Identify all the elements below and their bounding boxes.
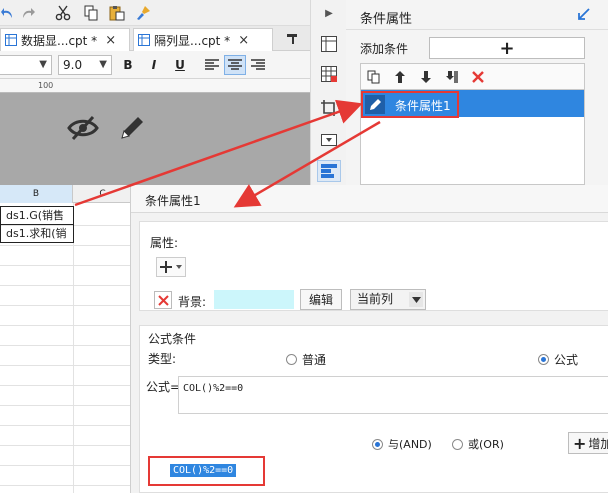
main-toolbar [0,0,310,26]
chevron-down-icon: ▼ [39,59,47,70]
condition-list-toolbar [360,63,585,90]
tab-file-2[interactable]: 隔列显...cpt * × [133,28,273,51]
redo-icon[interactable] [20,4,38,22]
font-size-select[interactable]: 9.0 ▼ [58,55,112,75]
radio-normal[interactable]: 普通 [286,351,326,368]
scope-select[interactable]: 当前列 [350,289,426,310]
scope-value: 当前列 [357,292,394,306]
move-up-icon[interactable] [391,68,409,86]
background-color-swatch[interactable] [214,290,294,309]
cut-icon[interactable] [54,4,72,22]
cell-b3[interactable]: ds1.求和(销 [0,225,74,243]
type-label: 类型: [148,352,177,366]
paste-icon[interactable] [108,4,126,22]
file-tab-bar: 数据显...cpt * × 隔列显...cpt * × [0,26,310,51]
pencil-icon[interactable] [116,113,148,143]
copy-icon[interactable] [365,68,383,86]
expand-arrow-icon[interactable] [576,6,592,22]
font-size-value: 9.0 [63,58,83,72]
crop-icon[interactable] [319,98,339,118]
radio-button[interactable] [372,438,383,450]
formula-label: 公式= [146,380,181,394]
tab-label: 数据显...cpt * [21,33,98,48]
formula-group-title: 公式条件 [148,332,197,346]
radio-and[interactable]: 与(AND) [372,436,432,452]
highlight-box: COL()%2==0 [148,456,265,486]
copy-icon[interactable] [82,4,100,22]
align-center-icon[interactable] [224,55,246,75]
pin-icon[interactable] [284,31,300,47]
radio-button[interactable] [286,354,297,365]
collapse-arrow-icon[interactable]: ▶ [323,6,335,20]
cell-b2[interactable]: ds1.G(销售 [0,206,74,225]
format-toolbar: ▼ 9.0 ▼ B I U [0,51,310,79]
radio-formula[interactable]: 公式 [538,351,578,368]
radio-label: 普通 [302,353,327,367]
chevron-down-icon [409,292,423,307]
font-family-select[interactable]: ▼ [0,55,52,75]
widget-icon[interactable] [319,130,339,150]
format-brush-icon[interactable] [134,4,152,22]
plus-icon: + [573,433,587,453]
underline-button[interactable]: U [170,56,190,74]
tab-file-1[interactable]: 数据显...cpt * × [0,28,130,51]
grid-file-icon [138,34,150,46]
dialog-header: 条件属性1 [131,185,608,213]
panel-title: 条件属性 [360,12,413,27]
chevron-down-icon: ▼ [99,59,107,70]
undo-icon[interactable] [0,4,14,22]
add-attribute-button[interactable] [156,257,186,277]
radio-label: 与(AND) [388,438,432,451]
tab-label: 隔列显...cpt * [154,33,231,48]
ruler-mark: 100 [38,81,54,90]
radio-label: 公式 [554,353,579,367]
add-condition-button[interactable]: + [429,37,585,59]
design-canvas [0,93,310,185]
table-icon[interactable] [319,64,339,84]
formula-list-item[interactable]: COL()%2==0 [170,464,237,477]
eye-off-icon[interactable] [66,113,100,143]
formula-input[interactable]: COL()%2==0 [178,376,608,414]
tab-close-button[interactable]: × [105,33,116,48]
remove-attribute-icon[interactable] [154,291,172,309]
column-header-c[interactable]: C [73,185,133,203]
bold-button[interactable]: B [118,56,138,74]
condition-item-label: 条件属性1 [395,99,451,113]
align-left-icon[interactable] [202,56,222,74]
formula-condition-group: 公式条件 类型: 普通 公式 公式= COL()%2==0 与(AND) 或(O… [139,325,608,493]
edit-button[interactable]: 编辑 [300,289,342,310]
move-down-icon[interactable] [417,68,435,86]
attribute-group: 属性: 背景: 编辑 当前列 [139,221,608,311]
attribute-label: 属性: [150,236,179,250]
condition-edit-dialog: 条件属性1 属性: 背景: 编辑 当前列 公式条件 类型: 普通 公式 公式= [130,185,608,493]
ruler: 100 [0,79,310,93]
delete-icon[interactable] [469,68,487,86]
italic-button[interactable]: I [144,56,164,74]
grid-attribute-icon[interactable] [319,34,339,54]
move-bottom-icon[interactable] [443,68,461,86]
tab-close-button[interactable]: × [238,33,249,48]
add-condition-label: 添加条件 [360,42,409,56]
add-formula-button[interactable]: + 增加 [568,432,608,454]
radio-button[interactable] [452,438,463,450]
column-header-b[interactable]: B [0,185,73,203]
radio-or[interactable]: 或(OR) [452,436,504,452]
background-label: 背景: [178,295,207,309]
highlight-box: 条件属性1 [361,91,459,118]
edit-pencil-icon[interactable] [365,95,385,114]
radio-button[interactable] [538,354,549,365]
add-label: 增加 [588,436,608,451]
condition-name[interactable]: 条件属性1 [145,192,201,209]
condition-attribute-icon[interactable] [317,160,341,182]
align-right-icon[interactable] [248,56,268,74]
grid-file-icon [5,34,17,46]
radio-label: 或(OR) [468,438,504,451]
condition-list: 条件属性1 [360,90,585,185]
